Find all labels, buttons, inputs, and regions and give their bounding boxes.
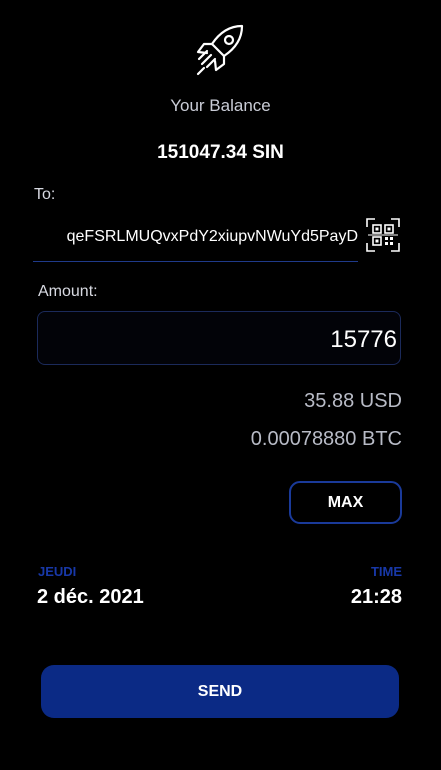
day-label: JEUDI: [38, 564, 77, 579]
btc-equivalent: 0.00078880 BTC: [250, 428, 402, 450]
date-value: 2 déc. 2021: [37, 586, 144, 608]
time-label: TIME: [370, 564, 402, 579]
amount-label: Amount:: [38, 283, 98, 300]
time-value: 21:28: [350, 586, 402, 608]
max-button[interactable]: MAX: [289, 481, 402, 524]
amount-input[interactable]: 15776: [37, 311, 401, 365]
to-label: To:: [34, 186, 56, 203]
balance-value: 151047.34 SIN: [157, 142, 284, 163]
rocket-icon: [190, 20, 250, 80]
address-value: qeFSRLMUQvxPdY2xiupvNWuYd5PayD: [66, 228, 358, 245]
qr-scan-icon[interactable]: [365, 217, 401, 253]
send-button[interactable]: SEND: [41, 665, 399, 718]
address-input[interactable]: qeFSRLMUQvxPdY2xiupvNWuYd5PayD: [33, 218, 358, 262]
balance-label: Your Balance: [170, 96, 271, 115]
amount-value: 15776: [330, 326, 397, 353]
usd-equivalent: 35.88 USD: [304, 390, 402, 412]
send-screen: Your Balance 151047.34 SIN To: qeFSRLMUQ…: [0, 0, 441, 770]
